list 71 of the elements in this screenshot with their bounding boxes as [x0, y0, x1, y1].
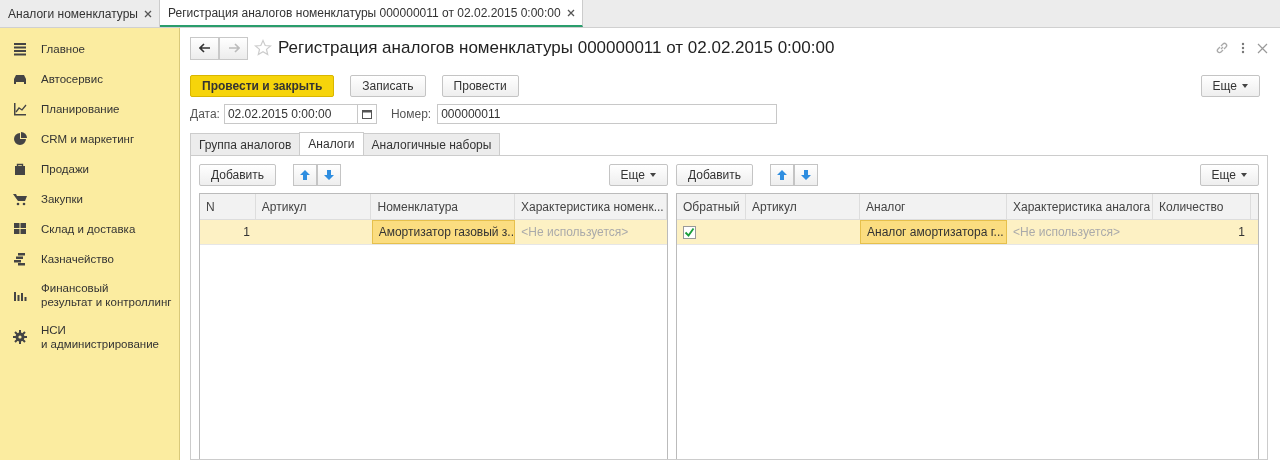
window-tab[interactable]: Регистрация аналогов номенклатуры 000000011 от 02.02.2015 0:00:00: [160, 0, 583, 27]
back-arrow-icon: [198, 43, 211, 53]
command-button[interactable]: Записать: [350, 75, 426, 97]
column-header[interactable]: Аналог: [860, 194, 1007, 219]
move-down-button[interactable]: [794, 164, 819, 186]
column-header[interactable]: Характеристика аналога: [1007, 194, 1153, 219]
sidebar-item[interactable]: Склад и доставка: [0, 214, 179, 244]
menu-icon: [13, 42, 27, 56]
number-field[interactable]: 000000011: [437, 104, 778, 124]
column-header[interactable]: Артикул: [746, 194, 860, 219]
close-icon[interactable]: [144, 9, 152, 18]
form-title: Регистрация аналогов номенклатуры 000000011 от 02.02.2015 0:00:00: [278, 38, 835, 58]
caret-icon: [1241, 173, 1247, 177]
table-row[interactable]: Аналог амортизатора г... <Не используется> 1: [677, 220, 1258, 245]
bag-icon: [13, 162, 27, 176]
date-field[interactable]: 02.02.2015 0:00:00: [223, 104, 377, 124]
sidebar-item[interactable]: НСИ и администрирование: [0, 316, 179, 358]
back-button[interactable]: [190, 36, 219, 60]
gear-icon: [13, 330, 27, 344]
up-arrow-icon: [777, 170, 788, 180]
column-header[interactable]: Количество: [1153, 194, 1251, 219]
tab[interactable]: Группа аналогов: [190, 133, 301, 155]
window-tab[interactable]: Аналоги номенклатуры: [0, 0, 160, 27]
down-arrow-icon: [324, 170, 335, 180]
table-cell-text: 1: [1237, 224, 1246, 241]
sidebar-item[interactable]: Планирование: [0, 94, 179, 124]
move-up-button[interactable]: [293, 164, 318, 186]
table-row[interactable]: 1 Амортизатор газовый з... <Не используется>: [200, 220, 667, 245]
table-cell: Аналог амортизатора г...: [860, 220, 1007, 244]
tab[interactable]: Аналогичные наборы: [362, 133, 501, 155]
column-header[interactable]: Номенклатура: [371, 194, 515, 219]
more-button[interactable]: Еще: [608, 164, 668, 186]
sidebar-item[interactable]: Финансовый результат и контроллинг: [0, 274, 179, 316]
up-arrow-icon: [300, 170, 311, 180]
date-label: Дата:: [190, 107, 220, 121]
sidebar-item[interactable]: Казначейство: [0, 244, 179, 274]
sidebar-item[interactable]: Продажи: [0, 154, 179, 184]
sidebar-item[interactable]: Автосервис: [0, 64, 179, 94]
move-down-button[interactable]: [317, 164, 342, 186]
chart-icon: [13, 102, 27, 116]
cart-icon: [13, 192, 27, 206]
sidebar-item[interactable]: Закупки: [0, 184, 179, 214]
caret-icon: [650, 173, 656, 177]
table-cell-text: 1: [242, 224, 251, 241]
sidebar-item[interactable]: Главное: [0, 34, 179, 64]
command-button[interactable]: Провести: [441, 75, 519, 97]
more-icon[interactable]: [1241, 42, 1245, 54]
column-header[interactable]: Характеристика номенк...: [515, 194, 667, 219]
star-icon[interactable]: [254, 39, 272, 57]
number-label: Номер:: [390, 107, 432, 121]
table-cell-text: <Не используется>: [520, 224, 630, 241]
column-header[interactable]: Обратный: [677, 194, 746, 219]
grid-icon: [13, 222, 27, 236]
table-cell-text: <Не используется>: [1012, 224, 1121, 241]
more-button[interactable]: Еще: [1199, 164, 1259, 186]
column-header[interactable]: Артикул: [255, 194, 372, 219]
sidebar-item[interactable]: CRM и маркетинг: [0, 124, 179, 154]
down-arrow-icon: [801, 170, 812, 180]
forward-arrow-icon: [227, 43, 240, 53]
link-icon[interactable]: [1215, 41, 1229, 55]
checkbox[interactable]: [683, 225, 696, 239]
command-button[interactable]: Провести и закрыть: [190, 75, 335, 97]
close-icon[interactable]: [566, 8, 575, 17]
pie-icon: [13, 132, 27, 146]
more-button[interactable]: Еще: [1200, 75, 1260, 97]
move-up-button[interactable]: [770, 164, 795, 186]
caret-icon: [1242, 84, 1248, 88]
add-button[interactable]: Добавить: [676, 164, 754, 186]
add-button[interactable]: Добавить: [199, 164, 277, 186]
table-cell: Амортизатор газовый з...: [371, 220, 516, 244]
column-header[interactable]: N: [200, 194, 256, 219]
